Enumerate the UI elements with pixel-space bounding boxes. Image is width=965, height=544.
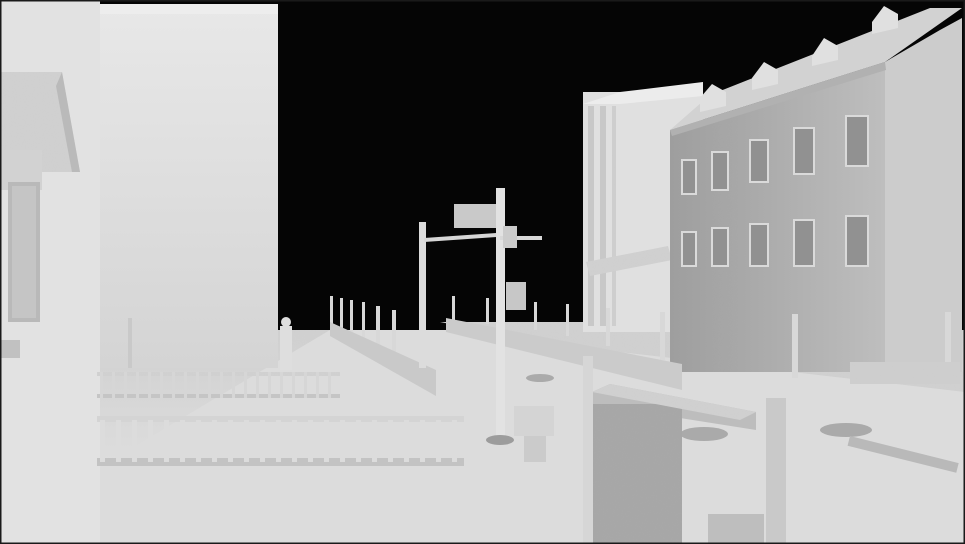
render-grain: [0, 0, 965, 544]
render-viewport: [0, 0, 965, 544]
street-scene-render: [0, 0, 965, 544]
